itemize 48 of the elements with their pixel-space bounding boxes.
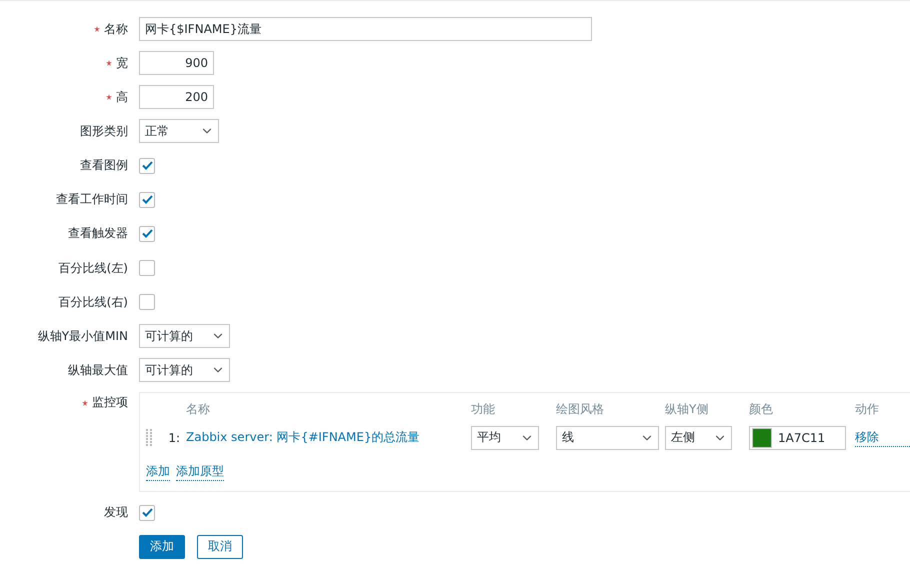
select-dropdown[interactable]: 可计算的 <box>139 324 230 348</box>
remove-link[interactable]: 移除 <box>855 428 910 447</box>
checkmark-icon <box>142 195 152 204</box>
select-dropdown[interactable]: 可计算的 <box>139 358 230 382</box>
select-dropdown[interactable]: 平均 <box>471 426 539 450</box>
submit-button[interactable]: 添加 <box>139 534 185 559</box>
column-header: 动作 <box>855 401 880 418</box>
add-link[interactable]: 添加 <box>146 462 170 481</box>
add-link[interactable]: 添加原型 <box>176 462 224 481</box>
field-label: 百分比线(左) <box>58 260 128 277</box>
column-header: 颜色 <box>749 401 774 418</box>
column-header: 绘图风格 <box>556 401 605 418</box>
checkbox[interactable] <box>139 226 155 242</box>
color-swatch[interactable] <box>752 428 772 448</box>
field-label: 名称 <box>104 20 128 38</box>
field-label: 宽 <box>116 54 128 72</box>
checkbox[interactable] <box>139 294 155 310</box>
select-dropdown[interactable]: 线 <box>556 426 659 450</box>
item-link[interactable]: Zabbix server: 网卡{#IFNAME}的总流量 <box>186 429 471 446</box>
checkbox[interactable] <box>139 260 155 276</box>
column-header: 功能 <box>471 401 496 418</box>
column-header: 纵轴Y侧 <box>665 401 710 418</box>
field-label: 查看图例 <box>80 157 128 174</box>
row-number: 1: <box>168 430 181 445</box>
field-label: 高 <box>116 88 128 106</box>
cancel-button[interactable]: 取消 <box>197 534 243 559</box>
select-dropdown[interactable]: 正常 <box>139 119 219 144</box>
checkbox[interactable] <box>139 192 155 208</box>
checkmark-icon <box>142 508 152 518</box>
checkbox[interactable] <box>139 158 155 174</box>
column-header: 名称 <box>186 401 211 418</box>
select-dropdown[interactable]: 左侧 <box>665 426 732 450</box>
number-input[interactable]: 900 <box>139 51 214 76</box>
checkbox[interactable] <box>139 504 155 521</box>
color-input[interactable]: 1A7C11 <box>749 426 846 450</box>
field-label: 发现 <box>104 504 128 522</box>
number-input[interactable]: 200 <box>139 85 214 110</box>
checkmark-icon <box>142 161 152 170</box>
field-label: 监控项 <box>92 394 128 412</box>
field-label: 图形类别 <box>80 122 128 140</box>
field-label: 纵轴最大值 <box>68 362 128 379</box>
checkmark-icon <box>142 229 152 238</box>
field-label: 纵轴Y最小值MIN <box>38 328 128 345</box>
drag-handle-icon[interactable] <box>146 428 152 447</box>
field-label: 百分比线(右) <box>58 294 128 311</box>
field-label: 查看工作时间 <box>56 191 128 208</box>
name-input[interactable]: 网卡{$IFNAME}流量 <box>139 17 592 41</box>
field-label: 查看触发器 <box>68 225 128 242</box>
